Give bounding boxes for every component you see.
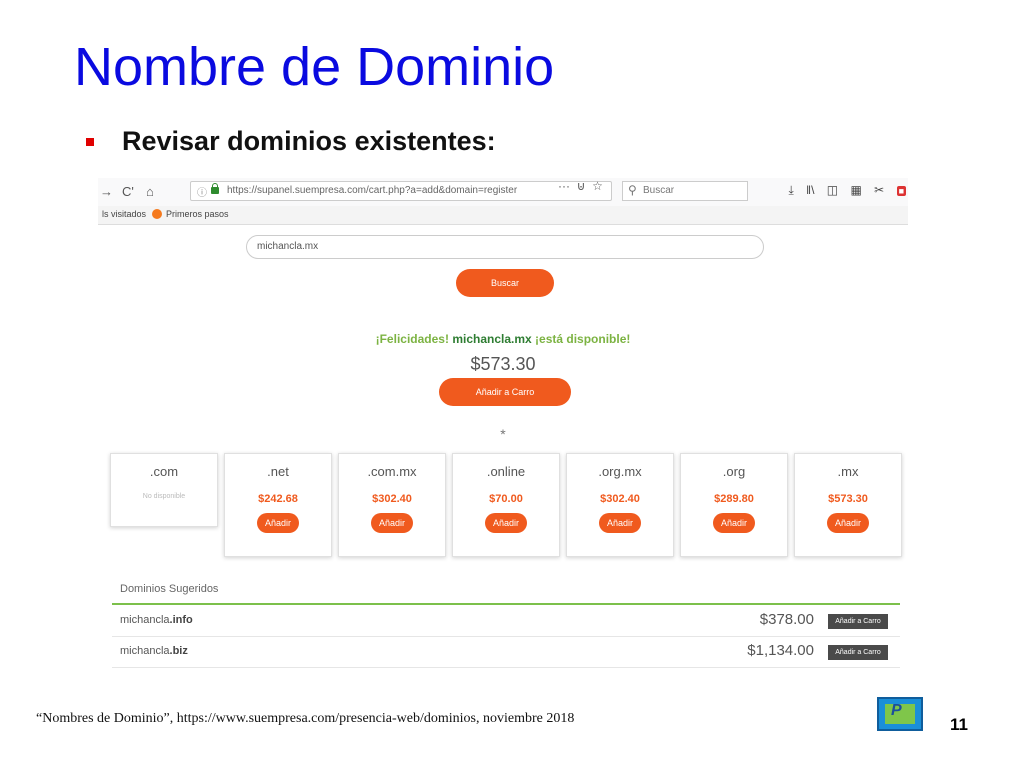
sidebar-icon[interactable]: ◫ bbox=[827, 183, 838, 197]
suggested-row: michancla.info $378.00 Añadir a Carro bbox=[112, 606, 900, 637]
pocket-icon[interactable]: ⊍ bbox=[573, 179, 586, 193]
tld-card-org: .org $289.80 Añadir bbox=[680, 453, 788, 557]
tld-card-mx: .mx $573.30 Añadir bbox=[794, 453, 902, 557]
suggested-add-to-cart-button[interactable]: Añadir a Carro bbox=[828, 614, 888, 629]
tld-add-button[interactable]: Añadir bbox=[371, 513, 413, 533]
bullet-item: Revisar dominios existentes: bbox=[86, 126, 496, 157]
domain-price: $573.30 bbox=[470, 354, 536, 374]
firefox-icon bbox=[152, 209, 162, 219]
url-bar[interactable]: ⓘ https://supanel.suempresa.com/cart.php… bbox=[190, 181, 612, 201]
availability-message: ¡Felicidades! michancla.mx ¡está disponi… bbox=[375, 332, 631, 346]
suggested-add-to-cart-button[interactable]: Añadir a Carro bbox=[828, 645, 888, 660]
info-icon[interactable]: ⓘ bbox=[197, 184, 207, 199]
tld-add-button[interactable]: Añadir bbox=[599, 513, 641, 533]
slide-title: Nombre de Dominio bbox=[74, 37, 555, 97]
tld-add-button[interactable]: Añadir bbox=[485, 513, 527, 533]
suggested-domains-title: Dominios Sugeridos bbox=[120, 583, 219, 595]
tld-add-button[interactable]: Añadir bbox=[827, 513, 869, 533]
bookmark-first-steps[interactable]: Primeros pasos bbox=[166, 209, 229, 219]
back-arrow-icon[interactable]: → bbox=[100, 183, 113, 201]
tld-add-button[interactable]: Añadir bbox=[257, 513, 299, 533]
browser-search-input[interactable]: ⚲ Buscar bbox=[622, 181, 748, 201]
extension-icon[interactable]: ✂ bbox=[874, 183, 884, 197]
browser-screenshot: → C' ⌂ ⓘ https://supanel.suempresa.com/c… bbox=[98, 178, 908, 670]
page-actions: ··· ⊍ ☆ bbox=[558, 179, 603, 193]
suggested-price: $378.00 bbox=[759, 611, 814, 628]
more-icon[interactable]: ··· bbox=[558, 179, 570, 193]
domain-search-input[interactable]: michancla.mx bbox=[246, 235, 764, 259]
reader-icon[interactable]: ▦ bbox=[850, 183, 861, 197]
bullet-text: Revisar dominios existentes: bbox=[122, 126, 496, 156]
home-icon[interactable]: ⌂ bbox=[146, 183, 154, 201]
suggested-divider bbox=[112, 603, 900, 605]
page-number: 11 bbox=[950, 715, 968, 734]
suggested-price: $1,134.00 bbox=[747, 642, 814, 659]
reload-icon[interactable]: C' bbox=[122, 183, 134, 201]
tld-card-net: .net $242.68 Añadir bbox=[224, 453, 332, 557]
download-icon[interactable]: ⤓ bbox=[788, 183, 793, 197]
bullet-square-icon bbox=[86, 137, 94, 146]
lock-icon bbox=[211, 183, 219, 194]
add-to-cart-button[interactable]: Añadir a Carro bbox=[439, 378, 571, 406]
suggested-row: michancla.biz $1,134.00 Añadir a Carro bbox=[112, 637, 900, 668]
suggested-domain-name: michancla.biz bbox=[120, 645, 188, 657]
bookmark-star-icon[interactable]: ☆ bbox=[589, 179, 603, 193]
tld-add-button[interactable]: Añadir bbox=[713, 513, 755, 533]
star-separator-icon: * bbox=[500, 426, 506, 442]
bookmark-visited[interactable]: ls visitados bbox=[102, 209, 146, 219]
tld-card-org-mx: .org.mx $302.40 Añadir bbox=[566, 453, 674, 557]
browser-toolbar: → C' ⌂ ⓘ https://supanel.suempresa.com/c… bbox=[98, 178, 908, 206]
logo-icon: P bbox=[877, 697, 923, 731]
search-button[interactable]: Buscar bbox=[456, 269, 554, 297]
url-text: https://supanel.suempresa.com/cart.php?a… bbox=[227, 185, 518, 196]
tld-card-com: .com No disponible bbox=[110, 453, 218, 527]
tld-unavailable-text: No disponible bbox=[142, 493, 186, 500]
source-footnote: “Nombres de Dominio”, https://www.suempr… bbox=[36, 711, 575, 726]
tld-card-com-mx: .com.mx $302.40 Añadir bbox=[338, 453, 446, 557]
tld-card-online: .online $70.00 Añadir bbox=[452, 453, 560, 557]
addon-icon[interactable]: ■ bbox=[896, 186, 906, 196]
bookmarks-bar: ls visitados Primeros pasos bbox=[98, 206, 908, 225]
search-icon: ⚲ bbox=[628, 183, 637, 197]
available-domain: michancla.mx bbox=[452, 332, 532, 346]
toolbar-right-icons: ⤓ ‖\ ◫ ▦ ✂ ■ bbox=[779, 183, 906, 198]
suggested-domain-name: michancla.info bbox=[120, 614, 193, 626]
library-icon[interactable]: ‖\ bbox=[806, 183, 814, 197]
